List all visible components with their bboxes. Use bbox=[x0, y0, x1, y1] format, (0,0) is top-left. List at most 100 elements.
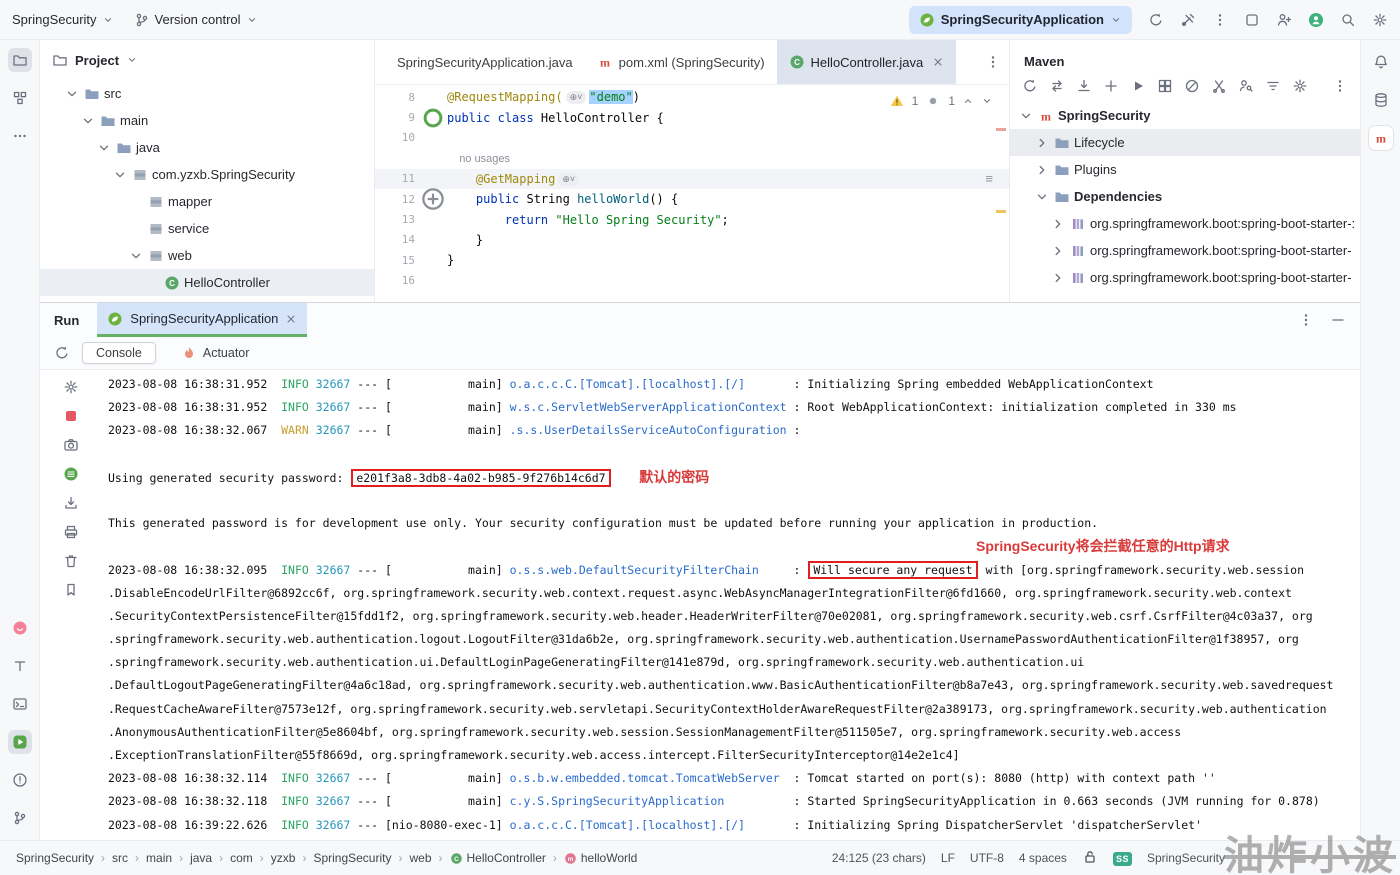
tree-item-lifecycle[interactable]: Lifecycle bbox=[1010, 129, 1360, 156]
search-everywhere-icon[interactable] bbox=[1340, 12, 1356, 28]
maven-settings-icon[interactable] bbox=[1292, 78, 1308, 94]
editor-tab-pom-xml-springsecurity-[interactable]: m pom.xml (SpringSecurity) bbox=[585, 40, 777, 84]
more-tool-windows-icon[interactable] bbox=[12, 128, 28, 144]
tree-item-org-springframework-boot-spring-boot-starter-[interactable]: org.springframework.boot:spring-boot-sta… bbox=[1010, 264, 1360, 291]
chevron-down-icon[interactable] bbox=[112, 167, 128, 183]
status-widget[interactable]: UTF-8 bbox=[970, 851, 1004, 865]
run-configuration-tab[interactable]: SpringSecurityApplication bbox=[97, 303, 308, 337]
tree-item-hellocontroller[interactable]: C HelloController bbox=[40, 269, 374, 296]
tree-item-src[interactable]: src bbox=[40, 80, 374, 107]
breadcrumb-item[interactable]: SpringSecurity bbox=[14, 851, 96, 865]
offline-mode-icon[interactable] bbox=[1184, 78, 1200, 94]
resume-icon[interactable] bbox=[63, 466, 79, 482]
rerun-icon[interactable] bbox=[1148, 12, 1164, 28]
code-with-me-icon[interactable] bbox=[1276, 12, 1292, 28]
heart-icon[interactable] bbox=[12, 620, 28, 636]
chevron-down-icon[interactable] bbox=[64, 86, 80, 102]
notifications-bell-icon[interactable] bbox=[1373, 54, 1389, 70]
tab-options-icon[interactable] bbox=[985, 54, 1001, 70]
chevron-right-icon[interactable] bbox=[1050, 216, 1066, 232]
bean-gutter-icon[interactable] bbox=[419, 104, 447, 132]
thread-dump-icon[interactable] bbox=[63, 437, 79, 453]
status-widget[interactable]: 24:125 (23 chars) bbox=[832, 851, 926, 865]
project-panel-header[interactable]: Project bbox=[40, 40, 374, 80]
tree-item-java[interactable]: java bbox=[40, 134, 374, 161]
database-tool-icon[interactable] bbox=[1373, 92, 1389, 108]
clear-all-icon[interactable] bbox=[63, 553, 79, 569]
chevron-down-icon[interactable] bbox=[96, 140, 112, 156]
tab-console[interactable]: Console bbox=[82, 342, 156, 364]
rerun-icon[interactable] bbox=[54, 345, 70, 361]
maven-more-icon[interactable] bbox=[1332, 78, 1348, 94]
tree-item-dependencies[interactable]: Dependencies bbox=[1010, 183, 1360, 210]
maven-tool-icon[interactable]: m bbox=[1368, 126, 1393, 150]
add-maven-project-icon[interactable] bbox=[1103, 78, 1119, 94]
tree-item-springsecurity[interactable]: m SpringSecurity bbox=[1010, 102, 1360, 129]
chevron-down-icon[interactable] bbox=[1018, 108, 1034, 124]
generate-sources-icon[interactable] bbox=[1049, 78, 1065, 94]
tree-item-web[interactable]: web bbox=[40, 242, 374, 269]
tree-item-plugins[interactable]: Plugins bbox=[1010, 156, 1360, 183]
credentials-icon[interactable] bbox=[1238, 78, 1254, 94]
chevron-right-icon[interactable] bbox=[1050, 243, 1066, 259]
chevron-down-icon[interactable] bbox=[128, 248, 144, 264]
breadcrumb-item[interactable]: C HelloController bbox=[448, 851, 548, 865]
run-options-icon[interactable] bbox=[1298, 312, 1314, 328]
code-area[interactable]: 8 @RequestMapping(⊕˅ "demo") 9 public class … bbox=[375, 85, 1009, 300]
project-tool-icon[interactable] bbox=[7, 48, 32, 72]
tree-item-mapper[interactable]: mapper bbox=[40, 188, 374, 215]
minimize-icon[interactable] bbox=[1330, 312, 1346, 328]
console-settings-icon[interactable] bbox=[63, 379, 79, 395]
user-avatar-icon[interactable] bbox=[1308, 12, 1324, 28]
console-output[interactable]: 2023-08-08 16:38:31.952 INFO 32667 --- [… bbox=[102, 371, 1360, 840]
text-tool-icon[interactable] bbox=[12, 658, 28, 674]
warning-stripe-marker[interactable] bbox=[996, 210, 1006, 213]
import-icon[interactable] bbox=[63, 495, 79, 511]
download-sources-icon[interactable] bbox=[1076, 78, 1092, 94]
breadcrumb-item[interactable]: src bbox=[110, 851, 130, 865]
chevron-down-icon[interactable] bbox=[1034, 189, 1050, 205]
version-control-tool-icon[interactable] bbox=[12, 810, 28, 826]
close-icon[interactable] bbox=[932, 56, 944, 68]
more-actions-icon[interactable] bbox=[1212, 12, 1228, 28]
reload-maven-icon[interactable] bbox=[1022, 78, 1038, 94]
run-config-selector[interactable]: SpringSecurityApplication bbox=[908, 5, 1132, 34]
terminal-tool-icon[interactable] bbox=[12, 696, 28, 712]
run-tool-icon[interactable] bbox=[7, 730, 32, 754]
breadcrumb-item[interactable]: main bbox=[144, 851, 174, 865]
tree-item-service[interactable]: service bbox=[40, 215, 374, 242]
stop-icon[interactable] bbox=[63, 408, 79, 424]
tree-item-com-yzxb-springsecurity[interactable]: com.yzxb.SpringSecurity bbox=[40, 161, 374, 188]
breadcrumb-item[interactable]: SpringSecurity bbox=[311, 851, 393, 865]
breadcrumb-item[interactable]: web bbox=[407, 851, 433, 865]
tree-item-main[interactable]: main bbox=[40, 107, 374, 134]
profiles-icon[interactable] bbox=[1157, 78, 1173, 94]
status-widget[interactable]: LF bbox=[941, 851, 955, 865]
breadcrumb-item[interactable]: com bbox=[228, 851, 255, 865]
error-stripe-marker[interactable] bbox=[996, 128, 1006, 131]
editor-tab-springsecurityapplication-java[interactable]: SpringSecurityApplication.java bbox=[385, 40, 585, 84]
tree-item-org-springframework-boot-spring-boot-starter-[interactable]: org.springframework.boot:spring-boot-sta… bbox=[1010, 237, 1360, 264]
problems-tool-icon[interactable] bbox=[12, 772, 28, 788]
tab-actuator[interactable]: Actuator bbox=[168, 342, 263, 364]
breadcrumb-item[interactable]: java bbox=[188, 851, 214, 865]
line-menu-icon[interactable]: ≡ bbox=[985, 171, 993, 186]
status-widget[interactable]: SpringSecurity bbox=[1147, 851, 1225, 865]
plusgut-gutter-icon[interactable] bbox=[419, 185, 447, 213]
breadcrumb-item[interactable]: yzxb bbox=[269, 851, 298, 865]
execute-goal-icon[interactable] bbox=[1130, 78, 1146, 94]
plugin-badge[interactable]: SS bbox=[1112, 851, 1132, 866]
project-widget[interactable]: SpringSecurity bbox=[12, 12, 114, 27]
settings-icon[interactable] bbox=[1372, 12, 1388, 28]
pin-icon[interactable] bbox=[63, 582, 79, 598]
close-icon[interactable] bbox=[285, 313, 297, 325]
structure-tool-icon[interactable] bbox=[12, 90, 28, 106]
breadcrumb-item[interactable]: m helloWorld bbox=[562, 851, 639, 865]
filter-icon[interactable] bbox=[1265, 78, 1281, 94]
tree-item-org-springframework-boot-spring-boot-starter-[interactable]: org.springframework.boot:spring-boot-sta… bbox=[1010, 210, 1360, 237]
status-widget[interactable]: 4 spaces bbox=[1019, 851, 1067, 865]
editor-tab-hellocontroller-java[interactable]: C HelloController.java bbox=[776, 40, 957, 84]
lock-widget[interactable] bbox=[1082, 849, 1098, 868]
vcs-widget[interactable]: Version control bbox=[134, 12, 258, 28]
chevron-right-icon[interactable] bbox=[1034, 162, 1050, 178]
